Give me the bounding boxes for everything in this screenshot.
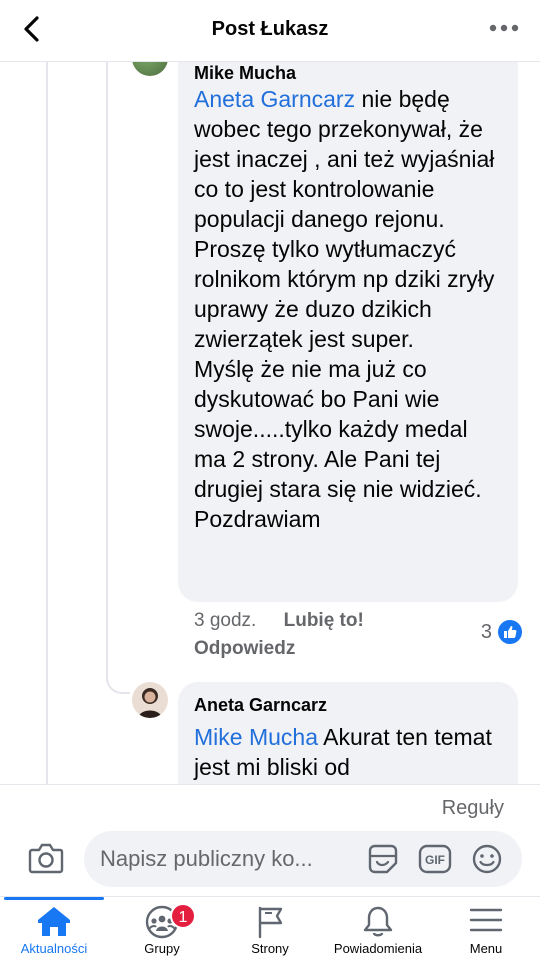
mention-link[interactable]: Mike Mucha bbox=[194, 724, 318, 750]
tab-label: Powiadomienia bbox=[333, 941, 423, 956]
gif-button[interactable]: GIF bbox=[418, 843, 452, 875]
home-icon bbox=[38, 907, 70, 936]
mention-link[interactable]: Aneta Garncarz bbox=[194, 86, 355, 112]
comment-input[interactable] bbox=[100, 843, 362, 875]
comment-body: nie będę wobec tego przekonywał, że jest… bbox=[194, 86, 495, 532]
gif-icon: GIF bbox=[418, 844, 452, 874]
like-button[interactable]: Lubię to! bbox=[284, 610, 364, 631]
reaction-summary[interactable]: 3 bbox=[481, 620, 522, 644]
rules-link[interactable]: Reguły bbox=[442, 797, 504, 820]
avatar-aneta-garncarz[interactable] bbox=[132, 682, 168, 718]
svg-text:GIF: GIF bbox=[425, 853, 445, 867]
tab-label: Menu bbox=[469, 941, 503, 956]
comment-actions: 3 godz. Lubię to! Odpowiedz bbox=[194, 609, 364, 661]
sticker-button[interactable] bbox=[366, 843, 400, 875]
emoji-button[interactable] bbox=[470, 843, 504, 875]
comments-thread[interactable]: Mike Mucha Aneta Garncarz nie będę wobec… bbox=[0, 62, 540, 784]
sticker-icon bbox=[368, 844, 398, 874]
more-options-button[interactable] bbox=[488, 18, 520, 38]
reply-thread-connector bbox=[106, 662, 130, 694]
hamburger-icon bbox=[469, 908, 503, 932]
comment-text: Aneta Garncarz nie będę wobec tego przek… bbox=[194, 84, 500, 534]
comment-input-container[interactable]: GIF bbox=[84, 831, 522, 887]
tab-aktualnosci[interactable]: Aktualności bbox=[0, 897, 108, 960]
tab-grupy[interactable]: 1 Grupy bbox=[108, 897, 216, 960]
camera-icon bbox=[28, 843, 64, 874]
comment-bubble[interactable]: Mike Mucha Aneta Garncarz nie będę wobec… bbox=[178, 62, 518, 602]
reply-author[interactable]: Aneta Garncarz bbox=[194, 694, 500, 716]
avatar-mike-mucha[interactable] bbox=[132, 62, 168, 76]
bottom-tab-bar: Aktualności 1 Grupy Strony Powiadomienia… bbox=[0, 896, 540, 960]
tab-label: Aktualności bbox=[20, 941, 88, 956]
comment-author[interactable]: Mike Mucha bbox=[194, 62, 500, 84]
reply-thread-line bbox=[106, 62, 108, 682]
active-tab-indicator bbox=[4, 897, 104, 900]
tab-label: Grupy bbox=[144, 941, 180, 956]
post-header: Post Łukasz bbox=[0, 0, 540, 62]
camera-button[interactable] bbox=[28, 841, 64, 875]
tab-strony[interactable]: Strony bbox=[216, 897, 324, 960]
bell-icon bbox=[363, 906, 393, 937]
more-horizontal-icon bbox=[489, 24, 519, 32]
page-title: Post Łukasz bbox=[211, 18, 329, 40]
reply-bubble[interactable]: Aneta Garncarz Mike Mucha Akurat ten tem… bbox=[178, 682, 518, 784]
comment-composer: Reguły GIF bbox=[0, 784, 540, 896]
tab-powiadomienia[interactable]: Powiadomienia bbox=[324, 897, 432, 960]
flag-icon bbox=[258, 906, 283, 939]
reply-text: Mike Mucha Akurat ten temat jest mi blis… bbox=[194, 722, 500, 782]
thread-line bbox=[46, 62, 48, 784]
emoji-icon bbox=[472, 844, 502, 874]
tab-label: Strony bbox=[251, 941, 289, 956]
reply-button[interactable]: Odpowiedz bbox=[194, 637, 364, 661]
reaction-count: 3 bbox=[480, 620, 492, 643]
notification-badge: 1 bbox=[170, 903, 196, 929]
thumbs-up-icon bbox=[498, 620, 522, 644]
tab-menu[interactable]: Menu bbox=[432, 897, 540, 960]
comment-timestamp: 3 godz. bbox=[194, 610, 257, 631]
